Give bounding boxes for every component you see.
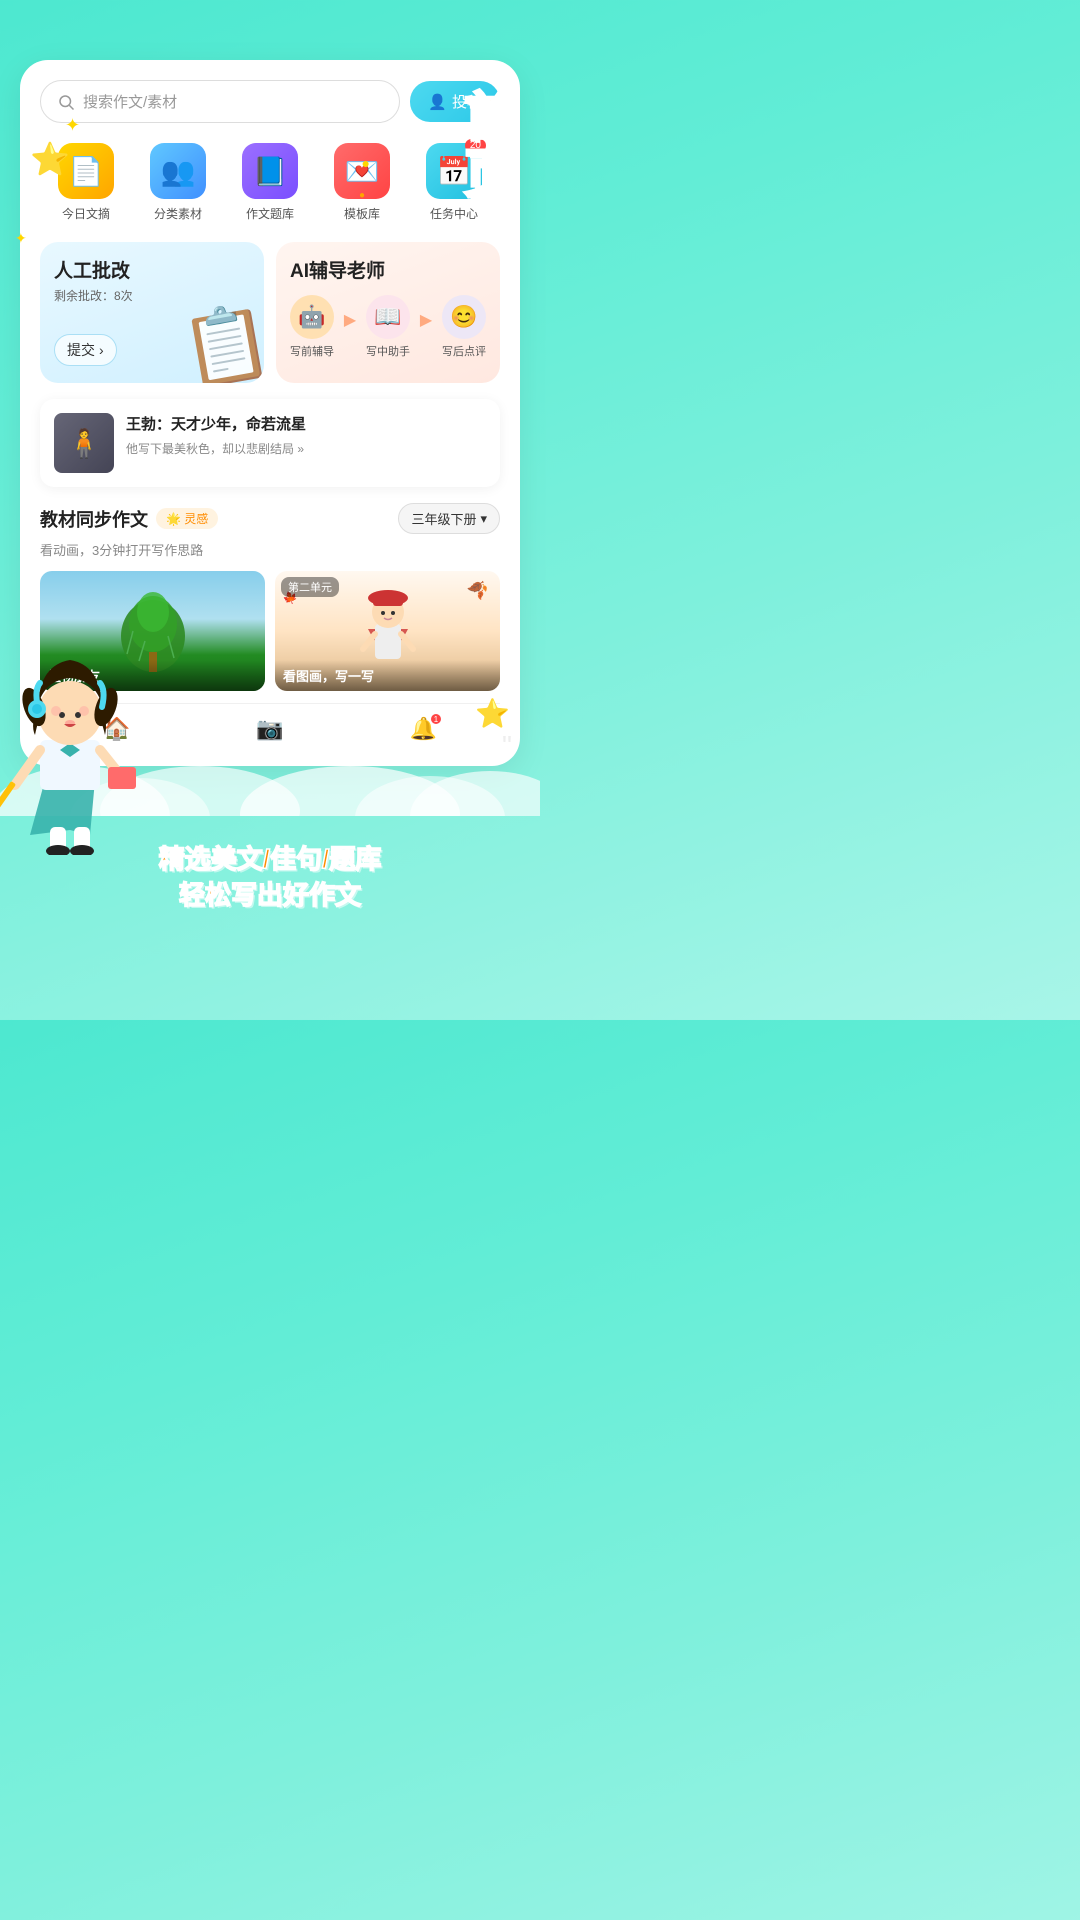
slogan-line-1: 精选美文/佳句/题库 — [0, 841, 540, 877]
article-info: 王勃：天才少年，命若流星 他写下最美秋色，却以悲剧结局 » — [126, 413, 306, 473]
section-title: 教材同步作文 — [40, 506, 148, 532]
nav-icon-topic: 📘 — [242, 143, 298, 199]
nav-icon-category: 👥 — [150, 143, 206, 199]
section-desc: 看动画，3分钟打开写作思路 — [40, 540, 500, 559]
ai-step-1-icon: 🤖 — [290, 295, 334, 339]
nav-label-template: 模板库 — [344, 205, 380, 222]
textbook-card-2[interactable]: 🍂 🍁 第二单元 看图画，写一写 — [275, 571, 500, 691]
ai-step-2-icon: 📖 — [366, 295, 410, 339]
slogan-line-2: 轻松写出好作文 — [0, 877, 540, 913]
cloud-decoration — [0, 736, 540, 821]
article-thumb: 🧍 — [54, 413, 114, 473]
bottom-slogan: 精选美文/佳句/题库 轻松写出好作文 — [0, 821, 540, 944]
card-2-unit-badge: 第二单元 — [281, 577, 339, 597]
ai-teacher-panel[interactable]: AI辅导老师 🤖 写前辅导 ▶ 📖 写中助手 ▶ 😊 写后点评 — [276, 242, 500, 383]
ai-step-1-label: 写前辅导 — [290, 343, 334, 359]
textbook-card-1[interactable]: 植物朋友 — [40, 571, 265, 691]
ai-step-2[interactable]: 📖 写中助手 — [366, 295, 410, 359]
section-title-wrap: 教材同步作文 🌟 灵感 — [40, 506, 218, 532]
main-card: 搜索作文/素材 👤 投稿 📄 今日文摘 👥 分类素材 📘 作文题库 💌 模板库 … — [20, 60, 520, 766]
grade-selector[interactable]: 三年级下册 ▾ — [398, 503, 500, 534]
textbook-cards: 植物朋友 — [40, 571, 500, 691]
grade-label: 三年级下册 — [411, 509, 476, 528]
feature-panels: 人工批改 剩余批改：8次 提交 › 📋 AI辅导老师 🤖 写前辅导 ▶ 📖 写中… — [40, 242, 500, 383]
search-bar: 搜索作文/素材 👤 投稿 — [40, 80, 500, 123]
arrow-icon: › — [99, 342, 104, 358]
nav-icon-daily: 📄 — [58, 143, 114, 199]
card-2-label: 看图画，写一写 — [275, 660, 500, 691]
nav-label-daily: 今日文摘 — [62, 205, 110, 222]
nav-item-category[interactable]: 👥 分类素材 — [150, 143, 206, 222]
submit-tag-label: 提交 — [67, 340, 95, 360]
submit-icon: 👤 — [428, 93, 447, 111]
ai-step-1[interactable]: 🤖 写前辅导 — [290, 295, 334, 359]
section-header: 教材同步作文 🌟 灵感 三年级下册 ▾ — [40, 503, 500, 534]
article-desc: 他写下最美秋色，却以悲剧结局 » — [126, 440, 306, 457]
ai-flow: 🤖 写前辅导 ▶ 📖 写中助手 ▶ 😊 写后点评 — [290, 295, 486, 359]
textbook-section: 教材同步作文 🌟 灵感 三年级下册 ▾ 看动画，3分钟打开写作思路 — [40, 503, 500, 691]
dropdown-icon: ▾ — [480, 511, 487, 527]
nav-icon-template: 💌 — [334, 143, 390, 199]
search-input-wrap[interactable]: 搜索作文/素材 — [40, 80, 400, 123]
article-image: 🧍 — [54, 413, 114, 473]
ai-step-2-label: 写中助手 — [366, 343, 410, 359]
card-1-label: 植物朋友 — [40, 660, 265, 691]
article-card[interactable]: 🧍 王勃：天才少年，命若流星 他写下最美秋色，却以悲剧结局 » " — [40, 399, 500, 487]
article-title: 王勃：天才少年，命若流星 — [126, 413, 306, 434]
human-correction-subtitle: 剩余批改：8次 — [54, 287, 250, 304]
card-1-visual: 植物朋友 — [40, 571, 265, 691]
nav-label-task: 任务中心 — [430, 205, 478, 222]
nav-item-daily[interactable]: 📄 今日文摘 — [58, 143, 114, 222]
search-icon — [57, 93, 75, 111]
quick-nav: 📄 今日文摘 👥 分类素材 📘 作文题库 💌 模板库 📅 20 任务中心 — [40, 143, 500, 222]
human-correction-panel[interactable]: 人工批改 剩余批改：8次 提交 › 📋 — [40, 242, 264, 383]
inspiration-tag: 🌟 灵感 — [156, 508, 218, 529]
nav-item-topic[interactable]: 📘 作文题库 — [242, 143, 298, 222]
human-correction-title: 人工批改 — [54, 256, 250, 283]
card-2-visual: 🍂 🍁 第二单元 看图画，写一写 — [275, 571, 500, 691]
nav-label-category: 分类素材 — [154, 205, 202, 222]
ai-step-3-label: 写后点评 — [442, 343, 486, 359]
nav-label-topic: 作文题库 — [246, 205, 294, 222]
ai-step-3-icon: 😊 — [442, 295, 486, 339]
ai-step-3[interactable]: 😊 写后点评 — [442, 295, 486, 359]
nav-item-template[interactable]: 💌 模板库 — [334, 143, 390, 222]
doc-illustration: 📋 — [176, 296, 264, 383]
flow-arrow-1: ▶ — [344, 310, 356, 330]
flow-arrow-2: ▶ — [420, 310, 432, 330]
ai-teacher-title: AI辅导老师 — [290, 256, 486, 283]
correction-submit-tag[interactable]: 提交 › — [54, 334, 117, 366]
page-title-badge: 首 页 — [464, 90, 520, 204]
search-placeholder: 搜索作文/素材 — [83, 91, 177, 112]
cloud-svg — [0, 736, 540, 816]
notify-badge: 1 — [431, 714, 441, 724]
